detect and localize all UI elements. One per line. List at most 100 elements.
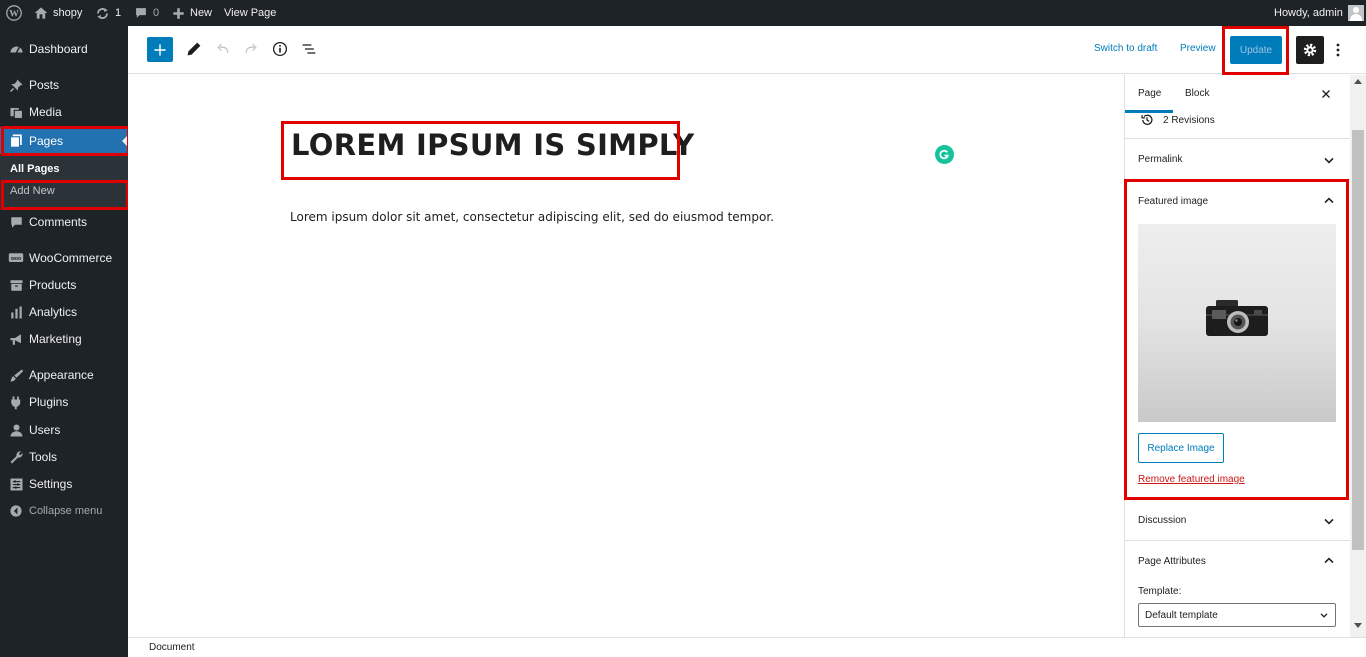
revisions-label: 2 Revisions	[1163, 115, 1215, 126]
permalink-panel[interactable]: Permalink	[1125, 138, 1350, 179]
page-attributes-panel: Page Attributes Template: Default templa…	[1125, 540, 1350, 637]
redo-button[interactable]	[241, 39, 261, 59]
template-label: Template:	[1138, 586, 1182, 597]
tab-block[interactable]: Block	[1173, 75, 1223, 113]
update-button[interactable]: Update	[1230, 36, 1282, 64]
sidebar-item-label: Plugins	[29, 395, 69, 409]
editor-toolbar: Switch to draft Preview Update	[128, 26, 1366, 74]
tools-button[interactable]	[184, 39, 204, 59]
redo-icon	[245, 43, 257, 54]
switch-to-draft-button[interactable]: Switch to draft	[1094, 43, 1157, 54]
brush-icon	[8, 367, 24, 383]
panel-scrollbar[interactable]	[1350, 75, 1366, 637]
featured-image-title[interactable]: Featured image	[1138, 196, 1208, 207]
discussion-panel[interactable]: Discussion	[1125, 499, 1350, 540]
comments-count: 0	[153, 7, 160, 19]
sidebar-item-label: Appearance	[29, 368, 94, 382]
comments-link[interactable]: 0	[134, 0, 159, 26]
sidebar-item-plugins[interactable]: Plugins	[0, 391, 128, 413]
media-icon	[8, 104, 24, 120]
site-name-link[interactable]: shopy	[34, 0, 82, 26]
details-button[interactable]	[270, 39, 290, 59]
new-content-link[interactable]: New	[172, 0, 212, 26]
sidebar-item-marketing[interactable]: Marketing	[0, 328, 128, 350]
comment-icon	[136, 8, 146, 18]
sidebar-item-users[interactable]: Users	[0, 419, 128, 441]
tab-label: Page	[1138, 88, 1162, 99]
scrollbar-thumb[interactable]	[1352, 130, 1364, 550]
sidebar-item-label: Comments	[29, 215, 88, 229]
home-icon	[34, 7, 48, 19]
sidebar-item-dashboard[interactable]: Dashboard	[0, 38, 128, 60]
wordpress-logo-icon[interactable]: W	[6, 0, 22, 26]
editor-canvas: LOREM IPSUM IS SIMPLY Lorem ipsum dolor …	[128, 75, 1124, 637]
chevron-down-icon	[1324, 157, 1334, 164]
template-select[interactable]: Default template	[1138, 603, 1336, 627]
sidebar-item-posts[interactable]: Posts	[0, 74, 128, 96]
my-account-link[interactable]: Howdy, admin	[1274, 0, 1364, 26]
sidebar-item-label: Tools	[29, 450, 58, 464]
add-block-button[interactable]	[147, 37, 173, 62]
remove-featured-image-link[interactable]: Remove featured image	[1138, 474, 1245, 485]
greeting: Howdy, admin	[1274, 7, 1343, 19]
options-menu-button[interactable]	[1330, 39, 1346, 61]
chart-bar-icon	[8, 304, 24, 320]
undo-button[interactable]	[213, 39, 233, 59]
more-vertical-icon	[1336, 43, 1340, 57]
preview-button[interactable]: Preview	[1180, 43, 1216, 54]
block-breadcrumb-bar: Document	[128, 637, 1366, 657]
updates-link[interactable]: 1	[95, 0, 121, 26]
admin-bar: W shopy 1 0 New View Page Howdy, admin	[0, 0, 1366, 26]
sidebar-item-settings[interactable]: Settings	[0, 473, 128, 495]
pencil-icon	[187, 42, 201, 56]
pin-icon	[8, 77, 24, 93]
sidebar-item-label: Media	[29, 105, 62, 119]
sidebar-item-analytics[interactable]: Analytics	[0, 301, 128, 323]
sidebar-item-pages[interactable]: Pages	[0, 127, 128, 154]
settings-button[interactable]	[1296, 36, 1324, 64]
pages-icon	[8, 132, 24, 148]
plugin-icon	[8, 394, 24, 410]
sidebar-item-products[interactable]: Products	[0, 274, 128, 296]
collapse-menu-button[interactable]: Collapse menu	[0, 500, 128, 522]
page-title[interactable]: LOREM IPSUM IS SIMPLY	[291, 128, 694, 162]
sidebar-item-woocommerce[interactable]: woo WooCommerce	[0, 247, 128, 269]
chevron-up-icon[interactable]	[1321, 553, 1337, 569]
breadcrumb-document[interactable]: Document	[149, 642, 195, 653]
scroll-down-arrow-icon[interactable]	[1354, 623, 1362, 628]
plus-icon	[173, 7, 184, 19]
template-select-value: Default template	[1145, 610, 1218, 621]
grammarly-icon[interactable]	[935, 145, 954, 164]
submenu-add-new[interactable]: Add New	[10, 185, 55, 197]
collapse-arrow-icon	[8, 503, 24, 519]
close-panel-button[interactable]	[1318, 86, 1334, 102]
scroll-up-arrow-icon[interactable]	[1354, 79, 1362, 84]
page-attributes-title[interactable]: Page Attributes	[1138, 556, 1206, 567]
sidebar-item-label: Products	[29, 278, 77, 292]
tab-page[interactable]: Page	[1125, 75, 1173, 113]
history-icon	[1141, 114, 1153, 125]
submenu-all-pages[interactable]: All Pages	[10, 163, 60, 175]
sidebar-item-label: Posts	[29, 78, 60, 92]
replace-image-button[interactable]: Replace Image	[1138, 433, 1224, 463]
sidebar-item-label: Marketing	[29, 332, 82, 346]
view-page-link[interactable]: View Page	[224, 0, 276, 26]
avatar	[1347, 5, 1364, 21]
comment-icon	[8, 214, 24, 230]
sidebar-item-appearance[interactable]: Appearance	[0, 364, 128, 386]
gear-icon	[1303, 43, 1317, 57]
revisions-link[interactable]: 2 Revisions	[1140, 113, 1340, 133]
users-icon	[8, 422, 24, 438]
paragraph-block[interactable]: Lorem ipsum dolor sit amet, consectetur …	[290, 210, 774, 224]
sidebar-item-comments[interactable]: Comments	[0, 211, 128, 233]
chevron-up-icon[interactable]	[1321, 193, 1337, 209]
site-name: shopy	[53, 7, 83, 19]
list-view-button[interactable]	[299, 39, 319, 59]
refresh-icon	[97, 7, 108, 19]
collapse-menu-label: Collapse menu	[29, 505, 103, 517]
sidebar-item-tools[interactable]: Tools	[0, 446, 128, 468]
svg-text:W: W	[9, 9, 19, 20]
sidebar-item-media[interactable]: Media	[0, 101, 128, 123]
chevron-down-icon	[1324, 518, 1334, 525]
featured-image-preview[interactable]	[1138, 224, 1336, 422]
